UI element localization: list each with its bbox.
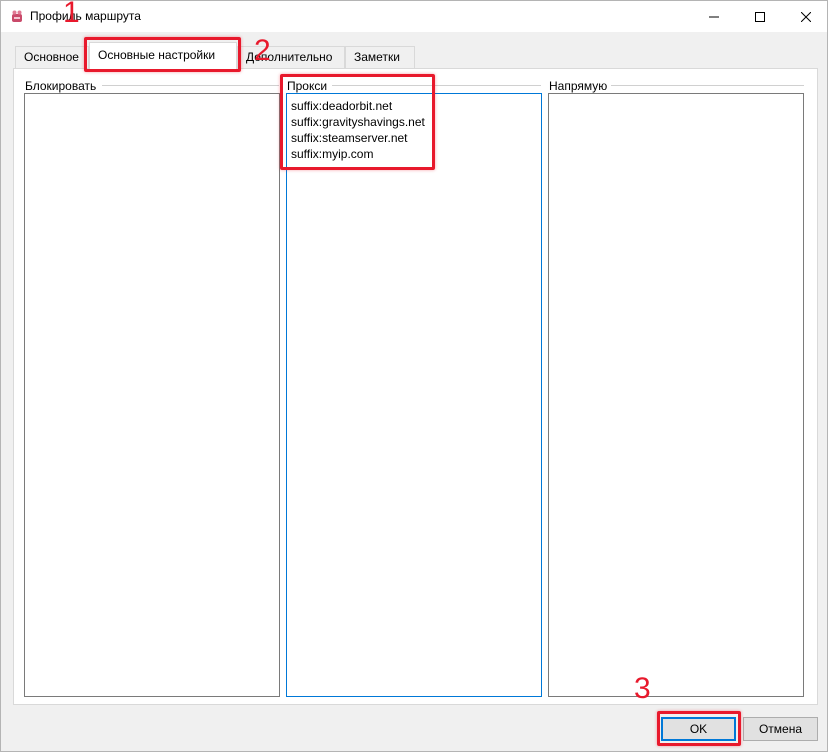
maximize-icon bbox=[755, 11, 765, 22]
tab-notes[interactable]: Заметки bbox=[345, 46, 415, 69]
list-item[interactable]: suffix:steamserver.net bbox=[287, 130, 541, 146]
annotation-step-2: 2 bbox=[254, 34, 271, 67]
annotation-step-1: 1 bbox=[63, 0, 80, 29]
close-button[interactable] bbox=[783, 1, 828, 32]
list-item[interactable]: suffix:gravityshavings.net bbox=[287, 114, 541, 130]
window-title: Профиль маршрута bbox=[30, 9, 141, 23]
title-bar[interactable]: Профиль маршрута bbox=[1, 1, 827, 32]
minimize-icon bbox=[709, 12, 719, 22]
minimize-button[interactable] bbox=[691, 1, 737, 32]
direct-list[interactable] bbox=[548, 93, 804, 697]
annotation-step-3: 3 bbox=[634, 672, 651, 705]
group-line-proxy bbox=[332, 85, 541, 86]
group-line-direct bbox=[611, 85, 804, 86]
ok-button[interactable]: OK bbox=[661, 717, 736, 741]
list-item[interactable]: suffix:deadorbit.net bbox=[287, 98, 541, 114]
close-icon bbox=[801, 11, 811, 22]
group-label-block: Блокировать bbox=[25, 79, 99, 93]
group-label-direct: Напрямую bbox=[549, 79, 610, 93]
route-profile-dialog: Профиль маршрута Основное Основные настр… bbox=[0, 0, 828, 752]
tab-panel-main-settings: Блокировать Прокси suffix:deadorbit.net … bbox=[13, 68, 818, 705]
proxy-list[interactable]: suffix:deadorbit.net suffix:gravityshavi… bbox=[286, 93, 542, 697]
tab-main-settings[interactable]: Основные настройки bbox=[89, 42, 237, 69]
block-list[interactable] bbox=[24, 93, 280, 697]
cancel-button[interactable]: Отмена bbox=[743, 717, 818, 741]
group-line-block bbox=[102, 85, 279, 86]
maximize-button[interactable] bbox=[737, 1, 783, 32]
app-icon bbox=[10, 9, 24, 23]
group-label-proxy: Прокси bbox=[287, 79, 330, 93]
tab-main[interactable]: Основное bbox=[15, 46, 89, 69]
list-item[interactable]: suffix:myip.com bbox=[287, 146, 541, 162]
